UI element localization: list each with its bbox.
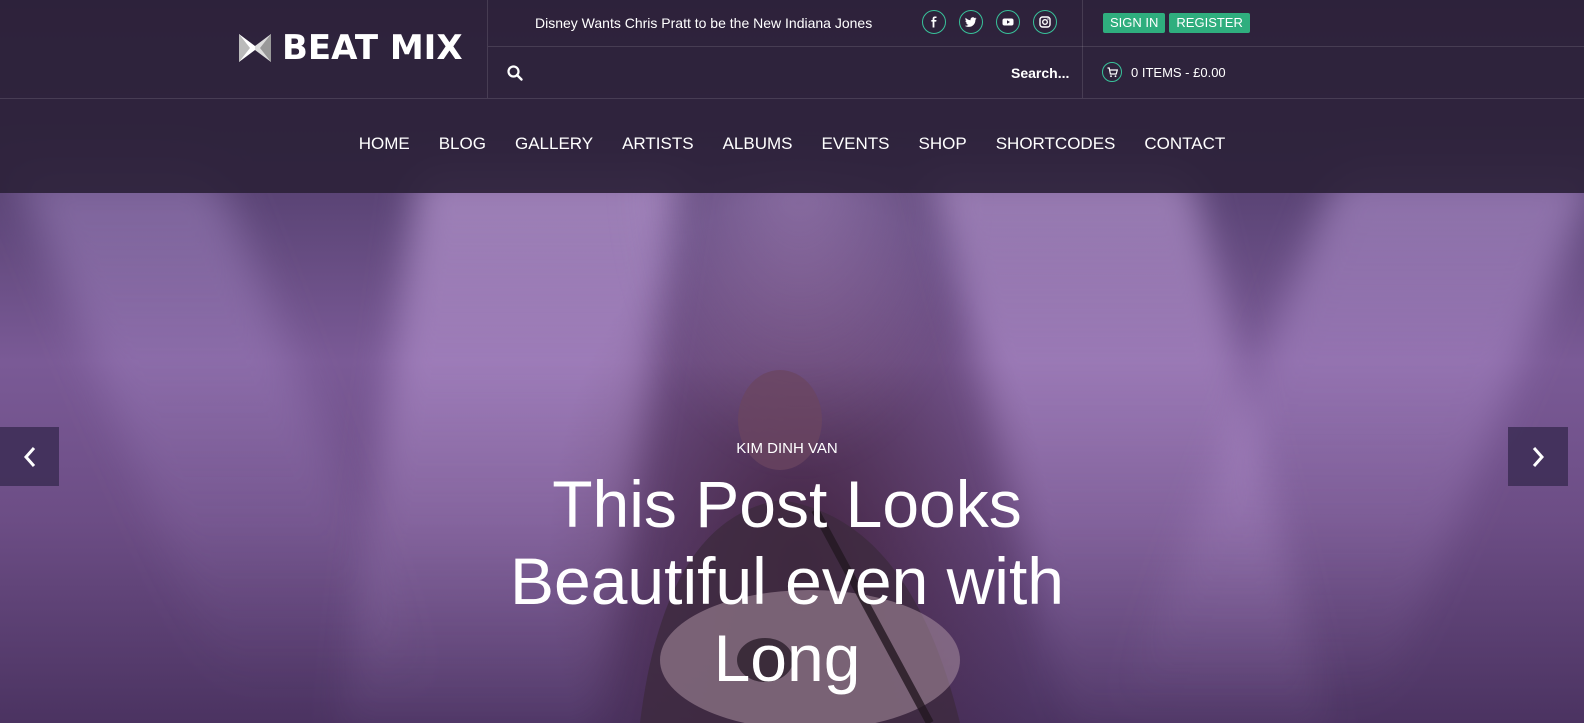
nav-item-gallery[interactable]: GALLERY	[515, 128, 593, 160]
cart-icon	[1102, 62, 1122, 82]
nav-item-home[interactable]: HOME	[359, 128, 410, 160]
header-divider	[0, 98, 1584, 99]
nav-item-shop[interactable]: SHOP	[919, 128, 967, 160]
nav-item-events[interactable]: EVENTS	[822, 128, 890, 160]
nav-item-shortcodes[interactable]: SHORTCODES	[996, 128, 1116, 160]
spotlight-beam	[14, 170, 426, 690]
twitter-icon[interactable]	[959, 10, 983, 34]
nav-item-albums[interactable]: ALBUMS	[723, 128, 793, 160]
nav-item-artists[interactable]: ARTISTS	[622, 128, 693, 160]
header-divider	[488, 46, 1584, 47]
cart-total: 0 ITEMS - £0.00	[1131, 64, 1226, 80]
header-divider	[1082, 0, 1083, 98]
nav-item-contact[interactable]: CONTACT	[1144, 128, 1225, 160]
social-links	[922, 10, 1057, 36]
cart-summary[interactable]: 0 ITEMS - £0.00	[1102, 61, 1226, 83]
site-header: BEAT MIX Disney Wants Chris Pratt to be …	[0, 0, 1584, 193]
header-divider	[487, 0, 488, 98]
search-icon[interactable]	[506, 64, 524, 82]
youtube-icon[interactable]	[996, 10, 1020, 34]
slide-author[interactable]: KIM DINH VAN	[0, 439, 1574, 459]
sign-in-button[interactable]: SIGN IN	[1103, 13, 1166, 33]
instagram-icon[interactable]	[1033, 10, 1057, 34]
site-name: BEAT MIX	[282, 28, 463, 68]
nav-item-blog[interactable]: BLOG	[439, 128, 486, 160]
facebook-icon[interactable]	[922, 10, 946, 34]
slide-title[interactable]: This Post Looks Beautiful even with Long	[487, 466, 1087, 697]
site-logo[interactable]: BEAT MIX	[238, 28, 463, 68]
register-button[interactable]: REGISTER	[1169, 13, 1250, 33]
news-ticker[interactable]: Disney Wants Chris Pratt to be the New I…	[535, 13, 872, 33]
main-nav: HOME BLOG GALLERY ARTISTS ALBUMS EVENTS …	[0, 128, 1584, 160]
search-input[interactable]: Search...	[1011, 63, 1069, 83]
bowtie-logo-icon	[239, 34, 271, 62]
account-actions: SIGN IN REGISTER	[1103, 13, 1250, 33]
